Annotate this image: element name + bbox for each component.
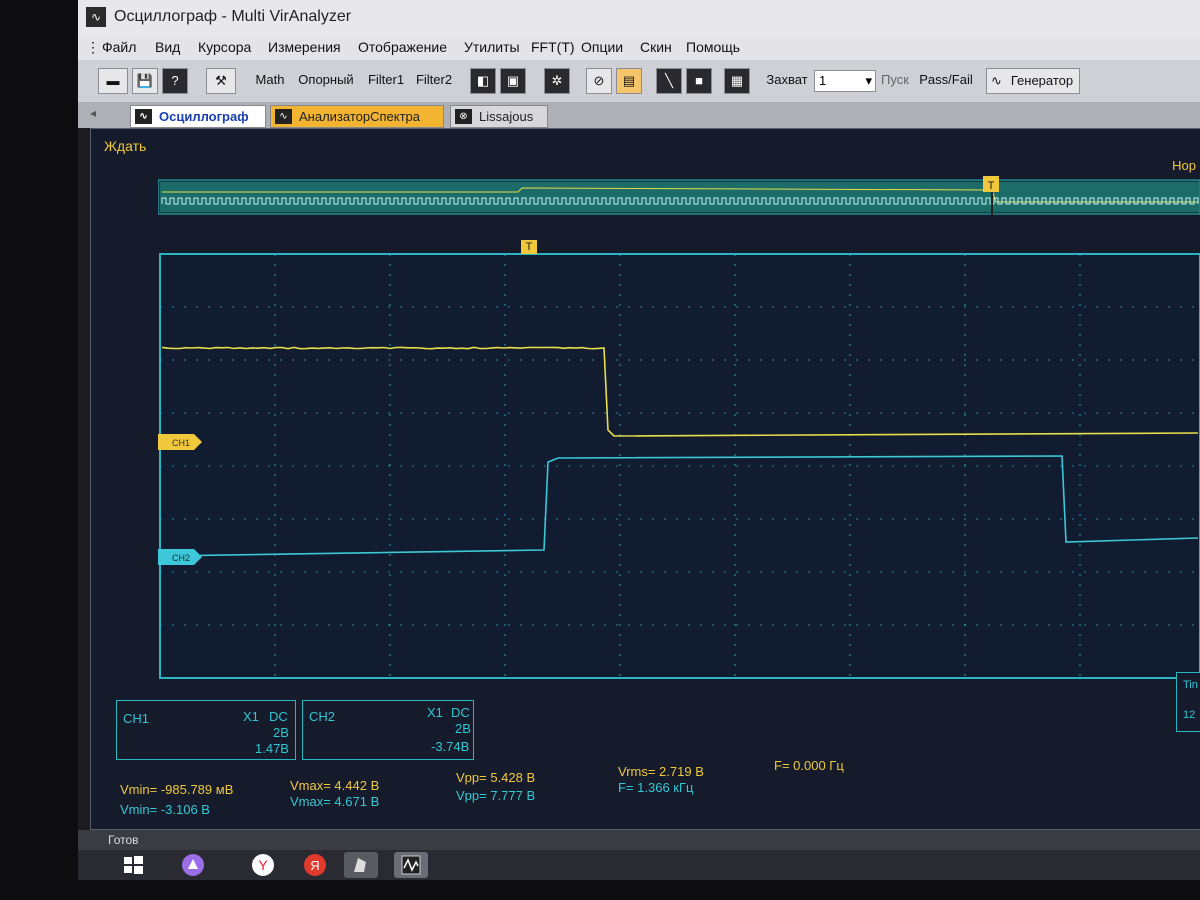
trigger-position-label: T [526,241,533,253]
ch2-vpp: Vpp= 7.777 В [456,788,535,803]
menu-skin[interactable]: Скин [640,39,672,55]
ch1-name: CH1 [123,711,149,726]
chevron-down-icon: ▾ [865,71,872,91]
oscilloscope-display[interactable]: T CH1 CH2 [158,240,1200,680]
ch1-coupling: DC [269,709,288,724]
ch2-vmax: Vmax= 4.671 В [290,794,379,809]
app-taskbar-icon[interactable] [344,852,378,878]
windows-start-icon[interactable] [116,852,150,878]
menu-measurements[interactable]: Измерения [268,39,341,55]
menu-utilities[interactable]: Утилиты [464,39,520,55]
svg-text:Я: Я [310,858,319,873]
ch1-settings-box[interactable]: CH1 X1 DC 2В 1.47В [116,700,296,760]
ch2-frequency: F= 1.366 кГц [618,780,693,795]
ch1-offset-label: CH1 [172,438,190,448]
trigger-mode: Нор [1172,158,1196,173]
menu-display[interactable]: Отображение [358,39,447,55]
generator-label: Генератор [1011,73,1073,88]
ch1-vrms: Vrms= 2.719 В [618,764,704,779]
ch1-offset: 1.47В [255,741,289,756]
menu-grip-icon: ⋮ [86,39,100,56]
math-button[interactable]: Math [250,68,290,94]
stop-button[interactable]: ▬ [98,68,128,94]
ch2-volts-div: 2В [455,721,471,736]
lissajous-icon: ⊗ [455,109,472,124]
acquisition-status: Ждать [104,138,146,154]
timebase-label: Tin [1183,679,1198,691]
spectrum-icon: ∿ [275,109,292,124]
taskbar: Y Я [78,850,1200,880]
generator-button[interactable]: ∿ Генератор [986,68,1080,94]
probe-icon[interactable]: ⚒ [206,68,236,94]
ch2-probe: X1 [427,705,443,720]
start-button[interactable]: Пуск [878,68,912,94]
toolbar: ▬ 💾 ? ⚒ Math Опорный Filter1 Filter2 ◧ ▣… [78,60,1200,103]
ch2-vmin: Vmin= -3.106 В [120,802,210,817]
capture-label: Захват [764,68,810,94]
help-icon[interactable]: ? [162,68,188,94]
link-icon[interactable]: ⊘ [586,68,612,94]
menu-view[interactable]: Вид [155,39,180,55]
menu-help[interactable]: Помощь [686,39,740,55]
ch2-offset: -3.74В [431,739,469,754]
settings-icon[interactable]: ✲ [544,68,570,94]
window-title: Осциллограф - Multi VirAnalyzer [114,8,351,26]
tab-spectrum-analyzer[interactable]: ∿ АнализаторСпектра [270,105,444,128]
ch1-vmax: Vmax= 4.442 В [290,778,379,793]
yandex-browser-icon[interactable]: Y [246,852,280,878]
timebase-value: 12 [1183,709,1195,721]
menu-fft[interactable]: FFT(T) [531,39,575,55]
ch1-vmin: Vmin= -985.789 мВ [120,782,233,797]
waveform-overview[interactable]: T [158,174,1200,218]
status-text: Готов [108,833,139,847]
split-view-icon[interactable]: ◧ [470,68,496,94]
tab-lissajous[interactable]: ⊗ Lissajous [450,105,548,128]
ch1-probe: X1 [243,709,259,724]
menu-bar: ⋮ Файл Вид Курсора Измерения Отображение… [78,36,1200,60]
single-view-icon[interactable]: ▣ [500,68,526,94]
filter1-button[interactable]: Filter1 [364,68,408,94]
overview-trigger-label: T [988,180,995,192]
passfail-button[interactable]: Pass/Fail [918,68,974,94]
point-mode-icon[interactable]: ■ [686,68,712,94]
monitor-screen: ∿ Осциллограф - Multi VirAnalyzer ⋮ Файл… [78,0,1200,880]
svg-text:Y: Y [258,857,268,873]
capture-value: 1 [819,73,826,88]
cortana-icon[interactable] [176,852,210,878]
timebase-box: Tin 12 [1176,672,1200,732]
tab-oscilloscope[interactable]: ∿ Осциллограф [130,105,266,128]
yandex-icon[interactable]: Я [298,852,332,878]
viranalyzer-taskbar-icon[interactable] [394,852,428,878]
capture-select[interactable]: 1 ▾ [814,70,876,92]
reference-button[interactable]: Опорный [292,68,360,94]
cursor-line-icon[interactable]: ╲ [656,68,682,94]
ch1-frequency: F= 0.000 Гц [774,758,844,773]
filter2-button[interactable]: Filter2 [412,68,456,94]
ch2-name: CH2 [309,709,335,724]
measurements-panel: Vmin= -985.789 мВ Vmax= 4.442 В Vpp= 5.4… [118,764,1200,824]
title-bar: ∿ Осциллограф - Multi VirAnalyzer [78,0,1200,36]
menu-file[interactable]: Файл [102,39,136,55]
ch2-settings-box[interactable]: CH2 X1 DC 2В -3.74В [302,700,474,760]
ch1-vpp: Vpp= 5.428 В [456,770,535,785]
generator-icon: ∿ [991,69,1002,93]
app-icon: ∿ [86,7,106,27]
display-icon[interactable]: ▤ [616,68,642,94]
tab-bar: ◂ ∿ Осциллограф ∿ АнализаторСпектра ⊗ Li… [78,102,1200,128]
color-palette-icon[interactable]: ▦ [724,68,750,94]
menu-options[interactable]: Опции [581,39,623,55]
ch2-offset-label: CH2 [172,553,190,563]
ch1-volts-div: 2В [273,725,289,740]
scope-icon: ∿ [135,109,152,124]
overview-view-window [160,182,1200,212]
save-icon[interactable]: 💾 [132,68,158,94]
ch2-coupling: DC [451,705,470,720]
status-bar: Готов [78,830,1200,850]
tab-scroll-left-icon[interactable]: ◂ [90,106,96,120]
menu-cursors[interactable]: Курсора [198,39,251,55]
